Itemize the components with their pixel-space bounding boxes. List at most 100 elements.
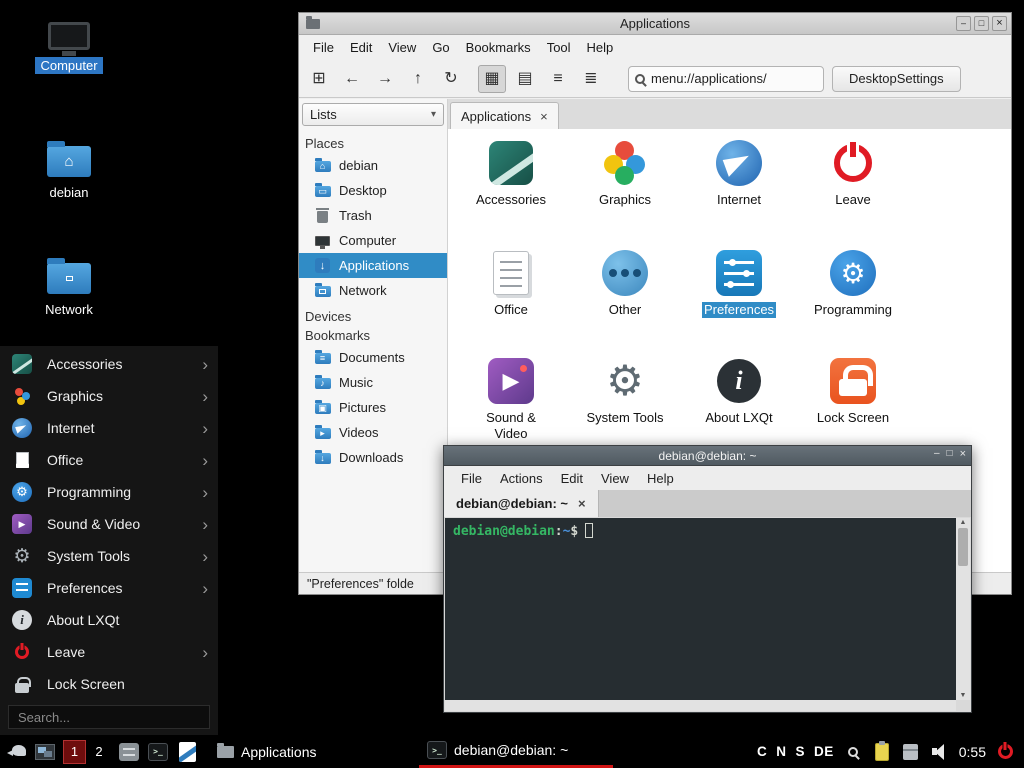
- tab-applications[interactable]: Applications: [450, 102, 559, 129]
- icon-view-button[interactable]: [478, 65, 506, 93]
- menu-actions[interactable]: Actions: [491, 468, 552, 489]
- menu-item-office[interactable]: Office: [0, 444, 218, 476]
- app-category-leave[interactable]: Leave: [796, 139, 910, 209]
- menu-help[interactable]: Help: [579, 37, 622, 58]
- app-category-other[interactable]: Other: [568, 249, 682, 319]
- keyboard-layout[interactable]: DE: [814, 744, 834, 759]
- up-button[interactable]: [404, 65, 432, 93]
- titlebar[interactable]: debian@debian: ~: [444, 446, 971, 466]
- app-category-system-tools[interactable]: System Tools: [568, 357, 682, 427]
- close-button[interactable]: [960, 448, 966, 460]
- app-category-graphics[interactable]: Graphics: [568, 139, 682, 209]
- menu-item-sound-video[interactable]: Sound & Video: [0, 508, 218, 540]
- scrollbar-thumb[interactable]: [958, 528, 968, 566]
- reload-button[interactable]: [437, 65, 465, 93]
- menu-item-internet[interactable]: Internet: [0, 412, 218, 444]
- horizontal-scrollbar[interactable]: [445, 700, 956, 711]
- menu-item-leave[interactable]: Leave: [0, 636, 218, 668]
- clock[interactable]: 0:55: [959, 744, 986, 760]
- app-category-lock-screen[interactable]: Lock Screen: [796, 357, 910, 427]
- app-category-sound-video[interactable]: Sound & Video: [454, 357, 568, 443]
- task-button-applications[interactable]: Applications: [209, 736, 357, 768]
- updater-button[interactable]: [901, 741, 921, 763]
- sidebar-item-music[interactable]: ♪ Music: [299, 370, 447, 395]
- sidebar-item-applications[interactable]: Applications: [299, 253, 447, 278]
- maximize-button[interactable]: [947, 448, 953, 460]
- quicklaunch-terminal[interactable]: [145, 739, 171, 765]
- workspace-2-button[interactable]: 2: [90, 740, 108, 764]
- menu-go[interactable]: Go: [424, 37, 457, 58]
- terminal-output[interactable]: debian@debian:~$: [445, 518, 956, 700]
- detailed-view-button[interactable]: [577, 65, 605, 93]
- leave-button[interactable]: [995, 741, 1015, 763]
- close-button[interactable]: [992, 16, 1007, 31]
- app-category-programming[interactable]: Programming: [796, 249, 910, 319]
- desktop-icon-computer[interactable]: Computer: [29, 22, 109, 74]
- app-category-office[interactable]: Office: [454, 249, 568, 319]
- vertical-scrollbar[interactable]: ▲ ▼: [956, 518, 970, 700]
- menu-tool[interactable]: Tool: [539, 37, 579, 58]
- desktop-icon-label: Computer: [35, 57, 102, 74]
- sidebar-item-computer[interactable]: Computer: [299, 228, 447, 253]
- app-category-about-lxqt[interactable]: About LXQt: [682, 357, 796, 427]
- app-category-internet[interactable]: Internet: [682, 139, 796, 209]
- desktop-icon-network[interactable]: Network: [29, 257, 109, 318]
- terminal-tab[interactable]: debian@debian: ~: [444, 490, 599, 517]
- menu-item-preferences[interactable]: Preferences: [0, 572, 218, 604]
- workspace-1-button[interactable]: 1: [63, 740, 86, 764]
- menu-edit[interactable]: Edit: [552, 468, 592, 489]
- forward-button[interactable]: [371, 65, 399, 93]
- titlebar[interactable]: Applications: [299, 13, 1011, 35]
- path-input[interactable]: [651, 71, 801, 86]
- back-button[interactable]: [338, 65, 366, 93]
- menu-bookmarks[interactable]: Bookmarks: [458, 37, 539, 58]
- sidebar-item-debian[interactable]: ⌂ debian: [299, 153, 447, 178]
- new-tab-button[interactable]: [305, 65, 333, 93]
- minimize-button[interactable]: [934, 448, 940, 460]
- sidebar-item-documents[interactable]: ≡ Documents: [299, 345, 447, 370]
- app-category-accessories[interactable]: Accessories: [454, 139, 568, 209]
- sidebar-item-pictures[interactable]: ▣ Pictures: [299, 395, 447, 420]
- quicklaunch-file-manager[interactable]: [116, 739, 142, 765]
- sidebar-item-videos[interactable]: ▸ Videos: [299, 420, 447, 445]
- sidebar-item-trash[interactable]: Trash: [299, 203, 447, 228]
- main-menu-button[interactable]: [5, 738, 35, 766]
- reload-icon: [444, 71, 457, 87]
- menu-help[interactable]: Help: [638, 468, 683, 489]
- sidebar-item-desktop[interactable]: ▭ Desktop: [299, 178, 447, 203]
- menu-item-programming[interactable]: Programming: [0, 476, 218, 508]
- scroll-up-icon[interactable]: ▲: [960, 519, 967, 526]
- side-pane-mode-select[interactable]: Lists: [302, 103, 444, 126]
- volume-button[interactable]: [930, 741, 950, 763]
- sidebar-item-network[interactable]: Network: [299, 278, 447, 303]
- office-icon: [493, 251, 529, 295]
- menu-view[interactable]: View: [592, 468, 638, 489]
- clipboard-button[interactable]: [872, 741, 892, 763]
- compact-view-button[interactable]: [544, 65, 572, 93]
- task-button-terminal[interactable]: debian@debian: ~: [419, 736, 613, 768]
- menu-item-about-lxqt[interactable]: About LXQt: [0, 604, 218, 636]
- menu-edit[interactable]: Edit: [342, 37, 380, 58]
- thumbnail-view-button[interactable]: [511, 65, 539, 93]
- menu-item-accessories[interactable]: Accessories: [0, 348, 218, 380]
- desktop-icon-debian[interactable]: ⌂ debian: [29, 140, 109, 201]
- menu-view[interactable]: View: [380, 37, 424, 58]
- menu-item-graphics[interactable]: Graphics: [0, 380, 218, 412]
- menu-file[interactable]: File: [305, 37, 342, 58]
- minimize-button[interactable]: [956, 16, 971, 31]
- close-tab-icon[interactable]: [540, 110, 548, 123]
- quicklaunch-editor[interactable]: [174, 739, 200, 765]
- menu-file[interactable]: File: [452, 468, 491, 489]
- close-tab-icon[interactable]: [578, 497, 586, 510]
- menu-item-system-tools[interactable]: System Tools: [0, 540, 218, 572]
- screenshot-tool-button[interactable]: [843, 741, 863, 763]
- desktop-switcher[interactable]: [35, 738, 63, 766]
- menu-search-input[interactable]: [8, 705, 210, 729]
- menu-item-lock-screen[interactable]: Lock Screen: [0, 668, 218, 700]
- maximize-button[interactable]: [974, 16, 989, 31]
- desktop-settings-button[interactable]: DesktopSettings: [832, 66, 961, 92]
- sidebar-item-downloads[interactable]: ↓ Downloads: [299, 445, 447, 470]
- path-bar[interactable]: [628, 66, 824, 92]
- app-category-preferences[interactable]: Preferences: [682, 249, 796, 319]
- scroll-down-icon[interactable]: ▼: [960, 692, 967, 699]
